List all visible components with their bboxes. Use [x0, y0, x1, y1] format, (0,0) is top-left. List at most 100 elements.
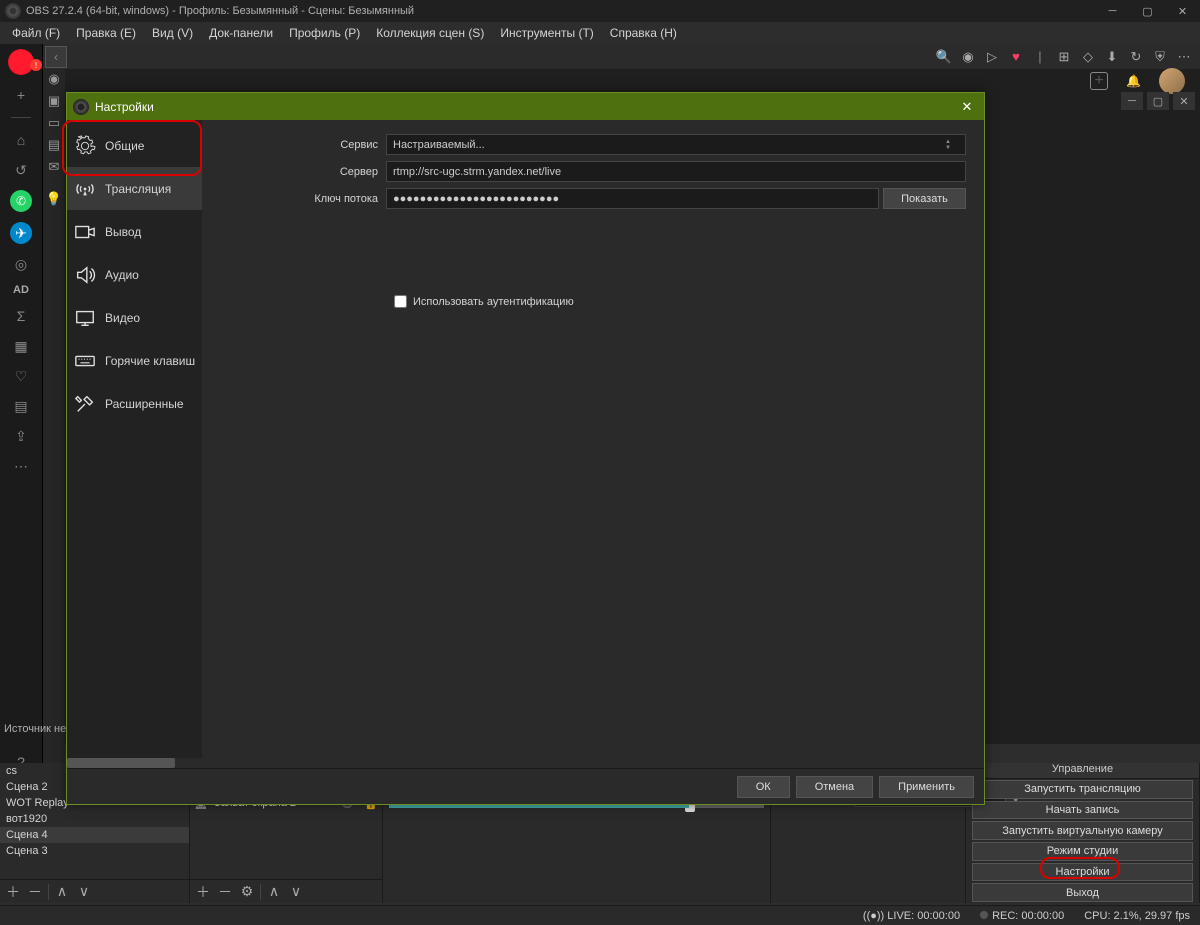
menu-profile[interactable]: Профиль (P): [281, 24, 368, 42]
tab-video-label: Видео: [105, 311, 140, 325]
menu-edit[interactable]: Правка (E): [68, 24, 144, 42]
more-icon[interactable]: ⋯: [11, 456, 31, 476]
show-key-button[interactable]: Показать: [883, 188, 966, 209]
sigma-icon[interactable]: Σ: [11, 306, 31, 326]
controls-dock: Управление Запустить трансляцию Начать з…: [966, 763, 1200, 903]
telegram-icon[interactable]: ✈: [10, 222, 32, 244]
window-minimize-button[interactable]: ─: [1095, 0, 1130, 22]
start-recording-button[interactable]: Начать запись: [972, 801, 1193, 820]
menu-docks[interactable]: Док-панели: [201, 24, 281, 42]
tab-stream[interactable]: Трансляция: [67, 167, 202, 210]
service-select[interactable]: Настраиваемый... ▲▼: [386, 134, 966, 155]
menu-view[interactable]: Вид (V): [144, 24, 201, 42]
browser-toolbar: + 🔔: [65, 69, 1200, 92]
bell-icon[interactable]: 🔔: [1126, 74, 1141, 88]
plus-icon[interactable]: +: [11, 85, 31, 105]
stream-key-input[interactable]: [386, 188, 879, 209]
menu-file[interactable]: Файл (F): [4, 24, 68, 42]
tab-minimize-icon[interactable]: ─: [1121, 92, 1143, 110]
dialog-titlebar[interactable]: Настройки ✕: [67, 93, 984, 120]
start-virtual-cam-button[interactable]: Запустить виртуальную камеру: [972, 821, 1193, 840]
service-value: Настраиваемый...: [393, 139, 485, 151]
dialog-title: Настройки: [95, 100, 154, 114]
heart-icon[interactable]: ♥: [1008, 49, 1024, 65]
audio-icon: [73, 263, 97, 287]
obs-logo-icon: [5, 3, 21, 19]
scene-item[interactable]: вот1920: [0, 811, 189, 827]
tab-audio[interactable]: Аудио: [67, 253, 202, 296]
scene-remove-button[interactable]: －: [26, 883, 44, 901]
search-icon[interactable]: 🔍: [936, 49, 952, 65]
share-icon[interactable]: ⇪: [11, 426, 31, 446]
scene-item[interactable]: Сцена 4: [0, 827, 189, 843]
mail-icon[interactable]: ✉: [46, 160, 62, 174]
heart-outline-icon[interactable]: ♡: [11, 366, 31, 386]
settings-button[interactable]: Настройки: [972, 863, 1193, 882]
window-maximize-button[interactable]: ▢: [1130, 0, 1165, 22]
start-stream-button[interactable]: Запустить трансляцию: [972, 780, 1193, 799]
download-icon[interactable]: ⬇: [1104, 49, 1120, 65]
source-down-button[interactable]: ∨: [287, 883, 305, 901]
broadcast-icon: [73, 177, 97, 201]
bulb-icon[interactable]: 💡: [46, 192, 62, 206]
server-input[interactable]: [386, 161, 966, 182]
apply-button[interactable]: Применить: [879, 776, 974, 798]
opera-sidebar: ! + ⌂ ↺ ✆ ✈ ◎ AD Σ ▦ ♡ ▤ ⇪ ⋯ ? ⚙: [0, 44, 43, 819]
tab-hotkeys[interactable]: Горячие клавиш: [67, 339, 202, 382]
puzzle-icon[interactable]: ⊞: [1056, 49, 1072, 65]
user-avatar[interactable]: [1159, 68, 1185, 94]
add-button-icon[interactable]: +: [1090, 72, 1108, 90]
video-icon: [73, 306, 97, 330]
target-icon[interactable]: ◎: [11, 254, 31, 274]
source-props-button[interactable]: ⚙: [238, 883, 256, 901]
grid-icon[interactable]: ▦: [11, 336, 31, 356]
no-source-label: Источник не: [0, 723, 66, 741]
vpn-icon[interactable]: ⛨: [1152, 49, 1168, 65]
ok-button[interactable]: ОК: [737, 776, 790, 798]
source-up-button[interactable]: ∧: [265, 883, 283, 901]
sidebar-scrollbar[interactable]: [67, 758, 202, 768]
output-icon: [73, 220, 97, 244]
tab-video[interactable]: Видео: [67, 296, 202, 339]
tab-hotkeys-label: Горячие клавиш: [105, 354, 195, 368]
menu-help[interactable]: Справка (H): [602, 24, 685, 42]
history-icon[interactable]: ↺: [11, 160, 31, 180]
tab-general-label: Общие: [105, 139, 144, 153]
cancel-button[interactable]: Отмена: [796, 776, 873, 798]
arrow-icon[interactable]: ▷: [984, 49, 1000, 65]
tab-advanced[interactable]: Расширенные: [67, 382, 202, 425]
ad-blocker-icon[interactable]: AD: [13, 284, 29, 296]
calendar-icon[interactable]: ▤: [11, 396, 31, 416]
tab-output[interactable]: Вывод: [67, 210, 202, 253]
browser-back-button[interactable]: ‹: [45, 46, 67, 68]
refresh-icon[interactable]: ↻: [1128, 49, 1144, 65]
scene-item[interactable]: Сцена 3: [0, 843, 189, 859]
screen-icon[interactable]: ▭: [46, 116, 62, 130]
camera-ic-icon[interactable]: ◉: [960, 49, 976, 65]
menu-dots-icon[interactable]: ⋯: [1176, 49, 1192, 65]
dialog-close-button[interactable]: ✕: [956, 96, 978, 118]
window-close-button[interactable]: ✕: [1165, 0, 1200, 22]
exit-button[interactable]: Выход: [972, 883, 1193, 902]
source-add-button[interactable]: ＋: [194, 883, 212, 901]
scene-add-button[interactable]: ＋: [4, 883, 22, 901]
gear-icon: [73, 134, 97, 158]
record-icon[interactable]: ◉: [46, 72, 62, 86]
studio-mode-button[interactable]: Режим студии: [972, 842, 1193, 861]
tab-maximize-icon[interactable]: ▢: [1147, 92, 1169, 110]
tab-general[interactable]: Общие: [67, 124, 202, 167]
layers-icon[interactable]: ▤: [46, 138, 62, 152]
tab-close-icon[interactable]: ✕: [1173, 92, 1195, 110]
whatsapp-icon[interactable]: ✆: [10, 190, 32, 212]
keyboard-icon: [73, 349, 97, 373]
menu-scenes[interactable]: Коллекция сцен (S): [368, 24, 492, 42]
shield-icon[interactable]: ◇: [1080, 49, 1096, 65]
window-title: OBS 27.2.4 (64-bit, windows) - Профиль: …: [26, 5, 414, 17]
camera-icon[interactable]: ▣: [46, 94, 62, 108]
use-auth-checkbox[interactable]: [394, 295, 407, 308]
home-icon[interactable]: ⌂: [11, 130, 31, 150]
source-remove-button[interactable]: －: [216, 883, 234, 901]
menu-tools[interactable]: Инструменты (T): [492, 24, 601, 42]
scene-up-button[interactable]: ∧: [53, 883, 71, 901]
scene-down-button[interactable]: ∨: [75, 883, 93, 901]
